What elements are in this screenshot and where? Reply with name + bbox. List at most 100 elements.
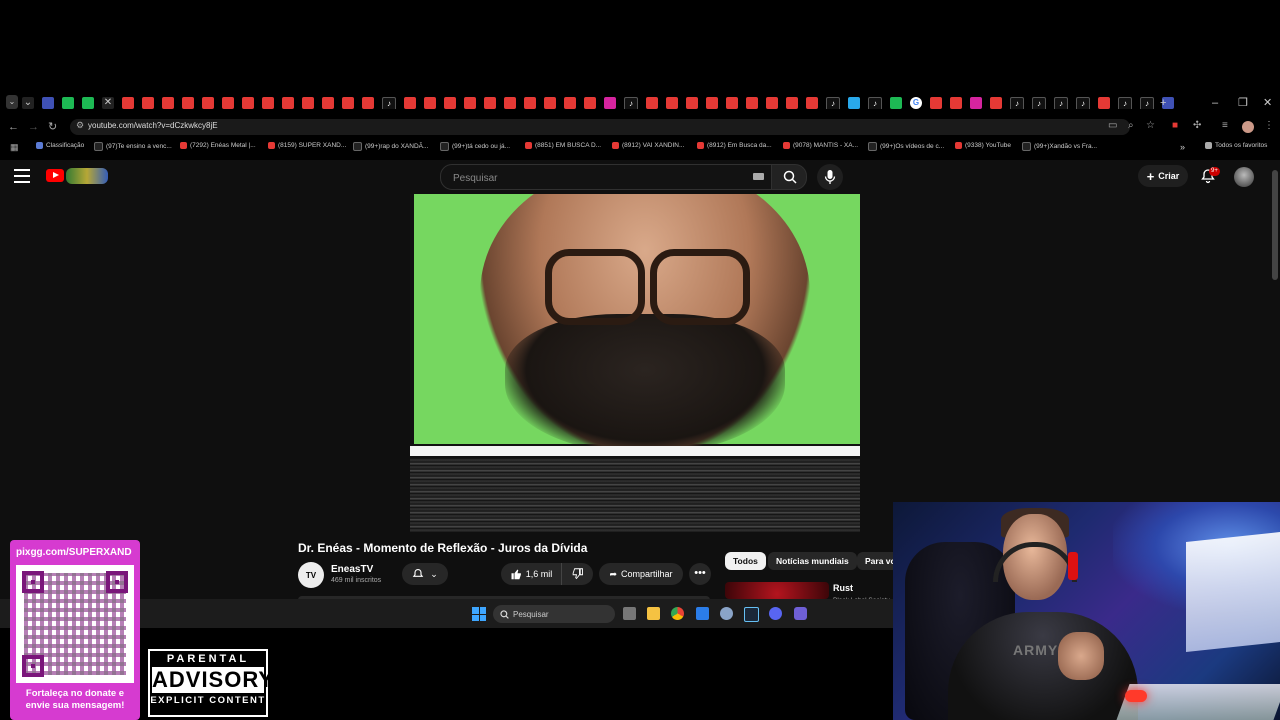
tab-favicon-tk-icon[interactable]: ♪	[1076, 97, 1090, 109]
dislike-button[interactable]	[562, 563, 593, 585]
bookmark-item[interactable]: (8912) Em Busca da...	[697, 142, 772, 149]
voice-search-button[interactable]	[817, 164, 843, 190]
chip-all[interactable]: Todos	[725, 552, 766, 570]
tab-favicon-tk-icon[interactable]: ♪	[1118, 97, 1132, 109]
bookmark-item[interactable]: (7292) Enéas Metal |...	[180, 142, 256, 149]
back-button[interactable]: ←	[8, 120, 19, 134]
tab-favicon-tg-icon[interactable]	[848, 97, 860, 109]
close-window-button[interactable]: ✕	[1263, 96, 1272, 110]
tab-favicon-yt-icon[interactable]	[222, 97, 234, 109]
tab-favicon-yt-icon[interactable]	[342, 97, 354, 109]
bookmark-item[interactable]: (8912) VAI XANDIN...	[612, 142, 684, 149]
tab-favicon-gr-icon[interactable]	[62, 97, 74, 109]
extension-icon[interactable]: ■	[1172, 120, 1178, 131]
tab-favicon-yt-icon[interactable]	[202, 97, 214, 109]
tab-favicon-yt-icon[interactable]	[564, 97, 576, 109]
youtube-logo-icon[interactable]	[46, 169, 64, 182]
tab-favicon-yt-icon[interactable]	[424, 97, 436, 109]
site-info-icon[interactable]: ⚙	[76, 120, 84, 131]
bookmark-item[interactable]: (97)Te ensino a venc...	[94, 142, 172, 151]
media-controls-icon[interactable]: ≡	[1222, 120, 1228, 131]
tab-favicon-yt-icon[interactable]	[544, 97, 556, 109]
tab-favicon-yt-icon[interactable]	[930, 97, 942, 109]
bookmark-item[interactable]: Classificação	[36, 142, 84, 149]
page-scrollbar[interactable]	[1272, 170, 1278, 280]
tab-favicon-yt-icon[interactable]	[322, 97, 334, 109]
all-bookmarks-folder[interactable]: Todos os favoritos	[1205, 142, 1267, 149]
windows-start-icon[interactable]	[472, 607, 486, 621]
tab-favicon-yt-icon[interactable]	[262, 97, 274, 109]
channel-name[interactable]: EneasTV	[331, 564, 373, 575]
tab-favicon-tk-icon[interactable]: ♪	[1010, 97, 1024, 109]
tab-favicon-yt-icon[interactable]	[766, 97, 778, 109]
bookmark-star-icon[interactable]: ☆	[1146, 120, 1155, 131]
extensions-puzzle-icon[interactable]: ✣	[1193, 120, 1201, 131]
tab-favicon-yt-icon[interactable]	[302, 97, 314, 109]
tab-favicon-yt-icon[interactable]	[484, 97, 496, 109]
tab-favicon-yt-icon[interactable]	[122, 97, 134, 109]
bookmark-item[interactable]: (8159) SUPER XAND...	[268, 142, 346, 149]
tab-favicon-yt-icon[interactable]	[990, 97, 1002, 109]
tab-favicon-cur-icon[interactable]: ⌄	[22, 97, 34, 109]
tab-favicon-yt-icon[interactable]	[950, 97, 962, 109]
recommended-title[interactable]: Rust	[833, 583, 853, 593]
bookmarks-overflow[interactable]: »	[1180, 142, 1185, 152]
taskbar-search[interactable]: Pesquisar	[493, 605, 615, 623]
tab-favicon-yt-icon[interactable]	[584, 97, 596, 109]
tab-favicon-gr-icon[interactable]	[890, 97, 902, 109]
tab-favicon-gr-icon[interactable]	[82, 97, 94, 109]
tab-favicon-yt-icon[interactable]	[282, 97, 294, 109]
restore-button[interactable]: ❐	[1238, 96, 1248, 110]
more-actions-button[interactable]: •••	[689, 563, 711, 585]
minimize-button[interactable]: –	[1212, 96, 1218, 110]
url-field[interactable]: ⚙ youtube.com/watch?v=dCzkwkcy8jE	[70, 119, 1130, 135]
reload-button[interactable]: ↻	[48, 120, 57, 134]
tab-favicon-ig-icon[interactable]	[970, 97, 982, 109]
zoom-icon[interactable]: ⌕	[1128, 120, 1134, 131]
tab-favicon-yt-icon[interactable]	[242, 97, 254, 109]
bookmark-item[interactable]: (99+)Os vídeos de c...	[868, 142, 944, 151]
tab-favicon-yt-icon[interactable]	[746, 97, 758, 109]
keyboard-icon[interactable]	[753, 173, 764, 180]
tab-favicon-tk-icon[interactable]: ♪	[868, 97, 882, 109]
search-button[interactable]	[771, 164, 807, 190]
account-avatar[interactable]	[1234, 167, 1254, 187]
bookmark-item[interactable]: (99+)Xandão vs Fra...	[1022, 142, 1097, 151]
share-button[interactable]: ➦ Compartilhar	[599, 563, 683, 585]
recommended-thumbnail[interactable]	[725, 582, 829, 599]
tab-favicon-yt-icon[interactable]	[444, 97, 456, 109]
tab-favicon-ig-icon[interactable]	[604, 97, 616, 109]
tab-favicon-tk-icon[interactable]: ♪	[1032, 97, 1046, 109]
profile-avatar[interactable]	[1242, 121, 1254, 133]
subscription-bell-button[interactable]: ⌄	[402, 563, 448, 585]
search-input[interactable]	[451, 168, 735, 188]
youtube-doodle-logo[interactable]	[66, 168, 108, 184]
forward-button[interactable]: →	[28, 120, 39, 134]
bookmark-item[interactable]: (99+)tá cedo ou já...	[440, 142, 510, 151]
tab-favicon-yt-icon[interactable]	[806, 97, 818, 109]
like-button[interactable]: 1,6 mil	[501, 563, 562, 585]
bookmark-item[interactable]: (8851) EM BUSCA D...	[525, 142, 601, 149]
tab-favicon-yt-icon[interactable]	[524, 97, 536, 109]
tab-favicon-gg-icon[interactable]: G	[910, 97, 922, 109]
channel-avatar[interactable]: TV	[298, 562, 324, 588]
tab-favicon-yt-icon[interactable]	[1098, 97, 1110, 109]
hamburger-menu-icon[interactable]	[14, 169, 30, 183]
settings-icon[interactable]	[720, 607, 733, 620]
tab-favicon-yt-icon[interactable]	[362, 97, 374, 109]
tab-favicon-yt-icon[interactable]	[646, 97, 658, 109]
tab-favicon-yt-icon[interactable]	[726, 97, 738, 109]
tab-favicon-tk-icon[interactable]: ♪	[1054, 97, 1068, 109]
tab-favicon-tk-icon[interactable]: ♪	[1140, 97, 1154, 109]
tab-search-chevron-icon[interactable]: ⌄	[6, 95, 18, 109]
tab-favicon-tk-icon[interactable]: ♪	[826, 97, 840, 109]
chrome-icon[interactable]	[671, 607, 684, 620]
browser-menu-icon[interactable]: ⋮	[1264, 120, 1274, 131]
steam-icon[interactable]	[744, 607, 759, 622]
tab-favicon-yt-icon[interactable]	[786, 97, 798, 109]
tab-favicon-yt-icon[interactable]	[666, 97, 678, 109]
store-icon[interactable]	[696, 607, 709, 620]
apps-grid-icon[interactable]: ▦	[10, 142, 19, 153]
file-explorer-icon[interactable]	[647, 607, 660, 620]
bookmark-item[interactable]: (9338) YouTube	[955, 142, 1011, 149]
